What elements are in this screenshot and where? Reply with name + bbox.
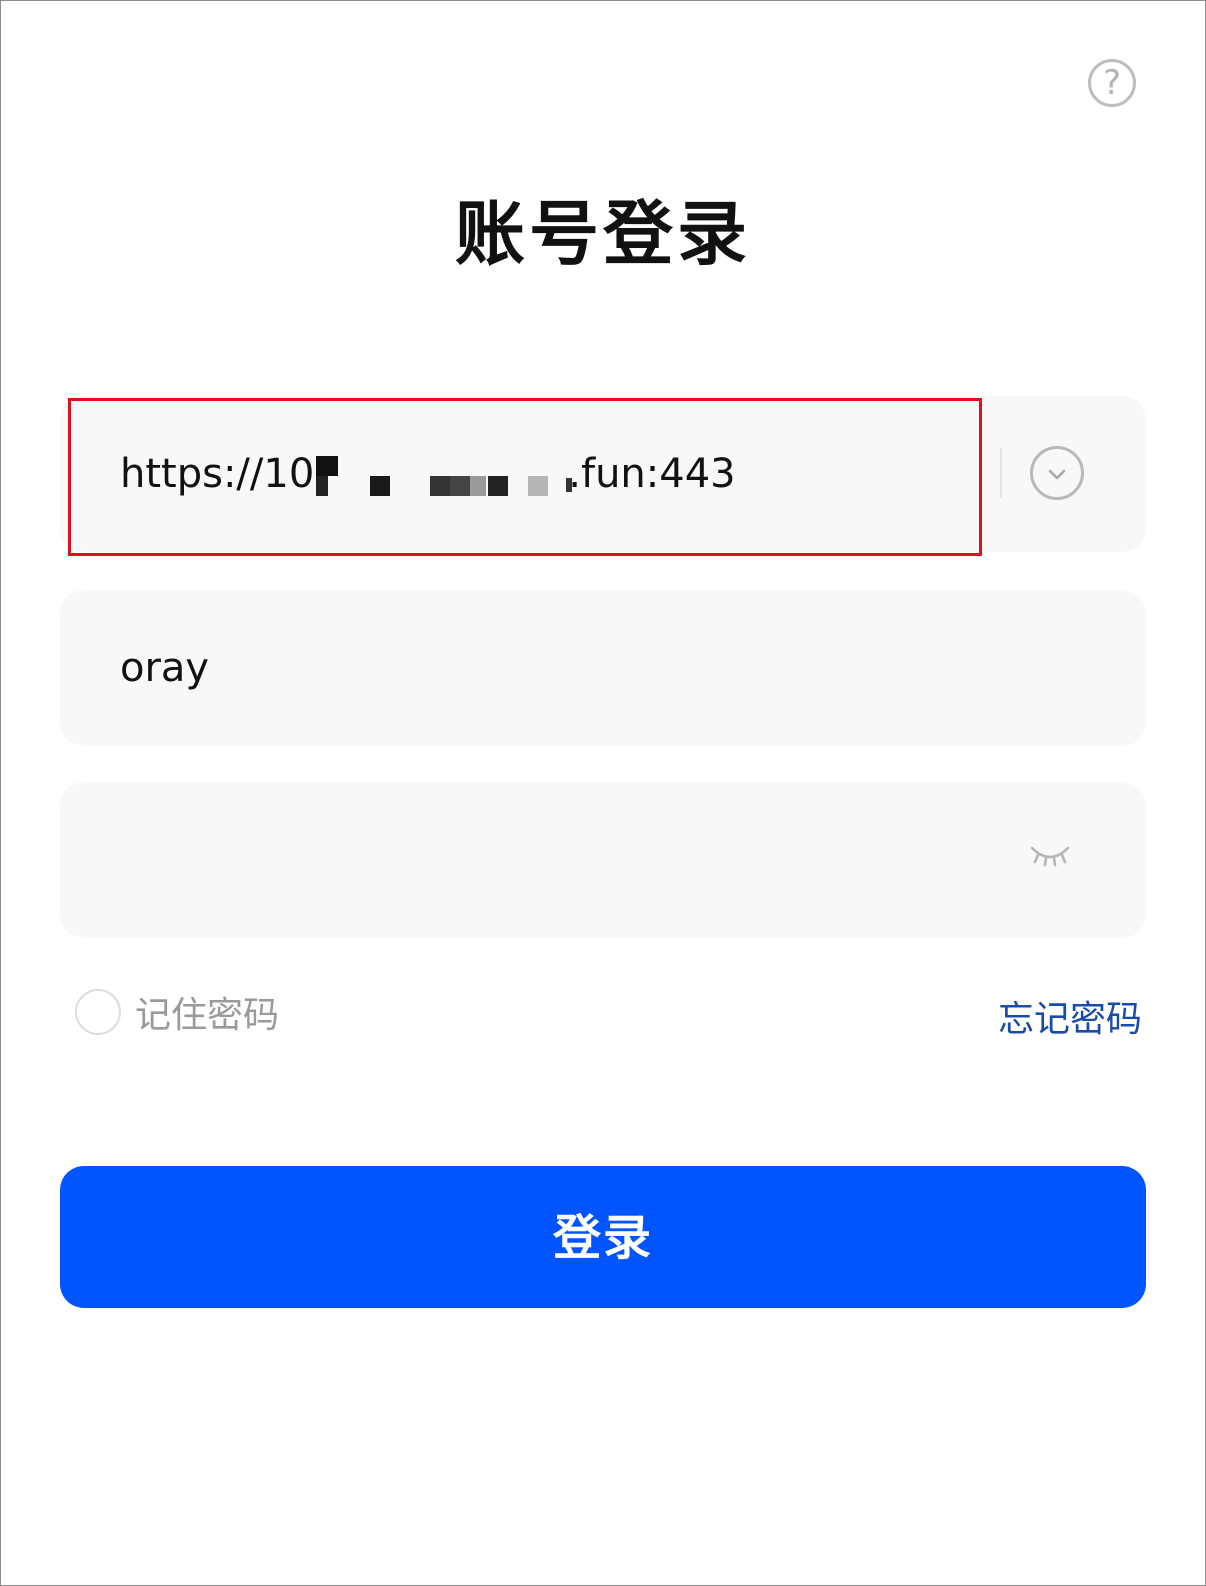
page-title: 账号登录 <box>455 193 751 275</box>
eye-closed-icon[interactable] <box>1026 838 1074 878</box>
forgot-password-link[interactable]: 忘记密码 <box>998 990 1142 1042</box>
remember-password-label: 记住密码 <box>135 995 280 1036</box>
field-divider <box>1000 448 1002 498</box>
server-address-prefix: https://10 <box>120 451 315 497</box>
password-field[interactable] <box>60 782 1146 938</box>
remember-radio[interactable] <box>75 989 121 1035</box>
server-address-redacted <box>316 456 573 496</box>
username-input[interactable]: oray <box>120 590 209 746</box>
server-address-input[interactable]: https://10 .fun:443 <box>120 396 736 552</box>
chevron-down-icon[interactable] <box>1030 446 1084 500</box>
username-field[interactable]: oray <box>60 590 1146 746</box>
login-button[interactable]: 登录 <box>60 1166 1146 1308</box>
server-address-suffix: .fun:443 <box>568 451 736 497</box>
server-address-field[interactable]: https://10 .fun:443 <box>60 396 1146 552</box>
remember-password-checkbox[interactable]: 记住密码 <box>75 988 279 1036</box>
help-icon[interactable]: ? <box>1088 59 1136 107</box>
